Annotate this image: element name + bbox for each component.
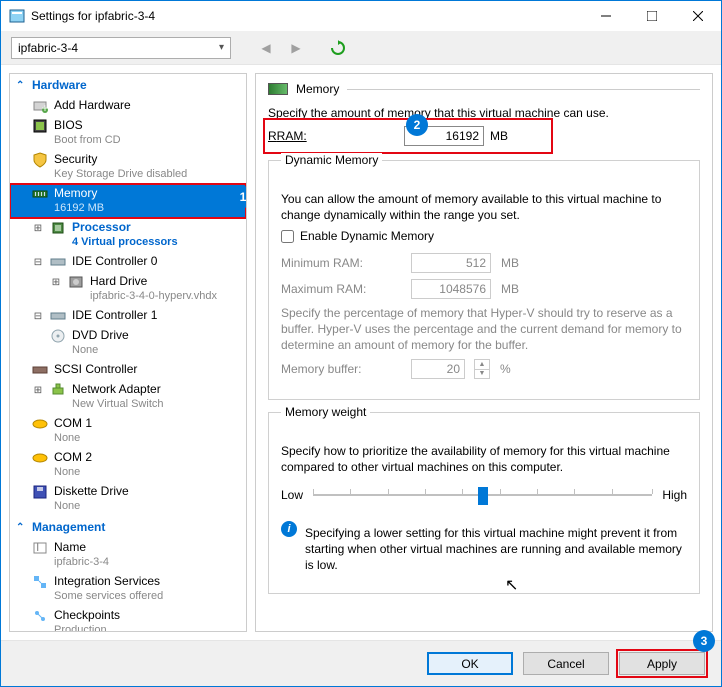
toolbar: ipfabric-3-4 ▾ ◀ ▶ [1, 31, 721, 65]
min-ram-input [411, 253, 491, 273]
weight-slider[interactable] [313, 485, 652, 505]
shield-icon [32, 152, 48, 168]
sidebar-item-security[interactable]: SecurityKey Storage Drive disabled [10, 150, 246, 184]
sidebar-item-ide0[interactable]: ⊟ IDE Controller 0 [10, 252, 246, 272]
expand-icon[interactable]: ⊞ [50, 275, 62, 290]
dialog-footer: OK Cancel Apply 3 [1, 640, 721, 686]
vm-selector-value: ipfabric-3-4 [18, 41, 78, 55]
maximize-button[interactable] [629, 1, 675, 31]
svg-text:I: I [36, 540, 39, 554]
expand-icon[interactable]: ⊞ [32, 383, 44, 398]
sidebar-item-hard-drive[interactable]: ⊞ Hard Driveipfabric-3-4-0-hyperv.vhdx [10, 272, 246, 306]
controller-icon [50, 308, 66, 324]
weight-info-text: Specifying a lower setting for this virt… [305, 525, 687, 573]
svg-text:+: + [41, 101, 48, 114]
minimize-button[interactable] [583, 1, 629, 31]
name-icon: I [32, 540, 48, 556]
diskette-icon [32, 484, 48, 500]
settings-tree[interactable]: ⌃Hardware + Add Hardware BIOSBoot from C… [9, 73, 247, 632]
sidebar-item-checkpoints[interactable]: CheckpointsProduction [10, 606, 246, 632]
enable-dynamic-label: Enable Dynamic Memory [300, 229, 434, 243]
max-ram-unit: MB [501, 282, 519, 296]
memory-weight-legend: Memory weight [281, 405, 370, 419]
panel-description: Specify the amount of memory that this v… [268, 106, 700, 120]
sidebar-item-add-hardware[interactable]: + Add Hardware [10, 96, 246, 116]
sidebar-item-memory[interactable]: Memory16192 MB 1 [10, 184, 246, 218]
processor-icon [50, 220, 66, 236]
sidebar-item-com2[interactable]: COM 2None [10, 448, 246, 482]
integration-icon [32, 574, 48, 590]
weight-high-label: High [662, 488, 687, 502]
com-port-icon [32, 450, 48, 466]
bios-icon [32, 118, 48, 134]
settings-panel: Memory Specify the amount of memory that… [255, 73, 713, 632]
sidebar-item-bios[interactable]: BIOSBoot from CD [10, 116, 246, 150]
panel-title: Memory [296, 82, 339, 96]
sidebar-item-name[interactable]: I Nameipfabric-3-4 [10, 538, 246, 572]
ok-button[interactable]: OK [427, 652, 513, 675]
close-button[interactable] [675, 1, 721, 31]
memory-weight-group: Memory weight Specify how to prioritize … [268, 412, 700, 594]
max-ram-label: Maximum RAM: [281, 282, 401, 296]
expand-icon[interactable]: ⊞ [32, 221, 44, 236]
scsi-icon [32, 362, 48, 378]
sidebar-item-processor[interactable]: ⊞ Processor4 Virtual processors [10, 218, 246, 252]
dynamic-memory-legend: Dynamic Memory [281, 153, 382, 167]
sidebar-item-diskette[interactable]: Diskette DriveNone [10, 482, 246, 516]
collapse-icon: ⌃ [16, 522, 28, 533]
buffer-unit: % [500, 362, 511, 376]
collapse-icon[interactable]: ⊟ [32, 309, 44, 324]
settings-icon [9, 8, 25, 24]
buffer-desc: Specify the percentage of memory that Hy… [281, 305, 687, 353]
buffer-spinner: ▲▼ [474, 359, 490, 379]
sidebar-item-integration[interactable]: Integration ServicesSome services offere… [10, 572, 246, 606]
refresh-button[interactable] [327, 37, 349, 59]
chevron-down-icon: ▾ [219, 42, 224, 53]
buffer-input [411, 359, 465, 379]
buffer-label: Memory buffer: [281, 362, 401, 376]
annotation-badge-3: 3 [693, 630, 715, 652]
dynamic-memory-desc: You can allow the amount of memory avail… [281, 191, 687, 223]
section-hardware[interactable]: ⌃Hardware [10, 74, 246, 96]
add-hardware-icon: + [32, 98, 48, 114]
collapse-icon[interactable]: ⊟ [32, 255, 44, 270]
apply-button[interactable]: Apply [619, 652, 705, 675]
info-icon: i [281, 521, 297, 537]
min-ram-unit: MB [501, 256, 519, 270]
sidebar-item-ide1[interactable]: ⊟ IDE Controller 1 [10, 306, 246, 326]
ram-label: RRAM:RAM: [268, 129, 398, 143]
nav-back-button[interactable]: ◀ [255, 37, 277, 59]
sidebar-item-dvd-drive[interactable]: DVD DriveNone [10, 326, 246, 360]
ram-unit: MB [490, 129, 508, 143]
controller-icon [50, 254, 66, 270]
section-management[interactable]: ⌃Management [10, 516, 246, 538]
vm-selector-dropdown[interactable]: ipfabric-3-4 ▾ [11, 37, 231, 59]
network-icon [50, 382, 66, 398]
hard-drive-icon [68, 274, 84, 290]
window-title: Settings for ipfabric-3-4 [31, 9, 583, 23]
annotation-badge-1: 1 [232, 186, 247, 208]
cancel-button[interactable]: Cancel [523, 652, 609, 675]
max-ram-input [411, 279, 491, 299]
enable-dynamic-checkbox[interactable] [281, 230, 294, 243]
weight-desc: Specify how to prioritize the availabili… [281, 443, 687, 475]
checkpoints-icon [32, 608, 48, 624]
collapse-icon: ⌃ [16, 80, 28, 91]
weight-low-label: Low [281, 488, 303, 502]
sidebar-item-scsi[interactable]: SCSI Controller [10, 360, 246, 380]
nav-forward-button[interactable]: ▶ [285, 37, 307, 59]
memory-icon [268, 83, 288, 95]
titlebar: Settings for ipfabric-3-4 [1, 1, 721, 31]
sidebar-item-network-adapter[interactable]: ⊞ Network AdapterNew Virtual Switch [10, 380, 246, 414]
dynamic-memory-group: Dynamic Memory You can allow the amount … [268, 160, 700, 400]
memory-icon [32, 186, 48, 202]
com-port-icon [32, 416, 48, 432]
dvd-icon [50, 328, 66, 344]
slider-thumb[interactable] [478, 487, 488, 505]
sidebar-item-com1[interactable]: COM 1None [10, 414, 246, 448]
min-ram-label: Minimum RAM: [281, 256, 401, 270]
annotation-badge-2: 2 [406, 114, 428, 136]
